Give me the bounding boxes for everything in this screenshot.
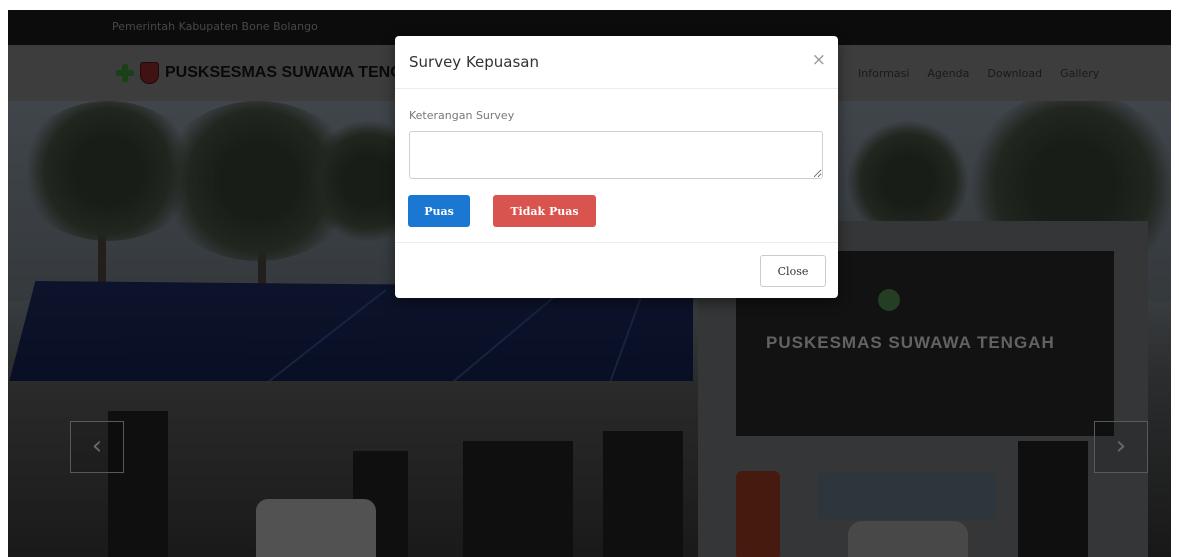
survey-field-label: Keterangan Survey bbox=[409, 109, 515, 122]
browser-viewport: Pemerintah Kabupaten Bone Bolango PUSKSE… bbox=[8, 10, 1171, 557]
close-button[interactable]: Close bbox=[760, 255, 826, 287]
modal-header: Survey Kepuasan × bbox=[395, 36, 838, 89]
survey-textarea[interactable] bbox=[409, 131, 823, 179]
modal-title: Survey Kepuasan bbox=[409, 53, 539, 71]
tidak-puas-button[interactable]: Tidak Puas bbox=[493, 195, 596, 227]
close-icon[interactable]: × bbox=[812, 50, 826, 70]
puas-button[interactable]: Puas bbox=[408, 195, 470, 227]
modal-footer: Close bbox=[395, 242, 838, 299]
survey-modal: Survey Kepuasan × Keterangan Survey Puas… bbox=[395, 36, 838, 298]
